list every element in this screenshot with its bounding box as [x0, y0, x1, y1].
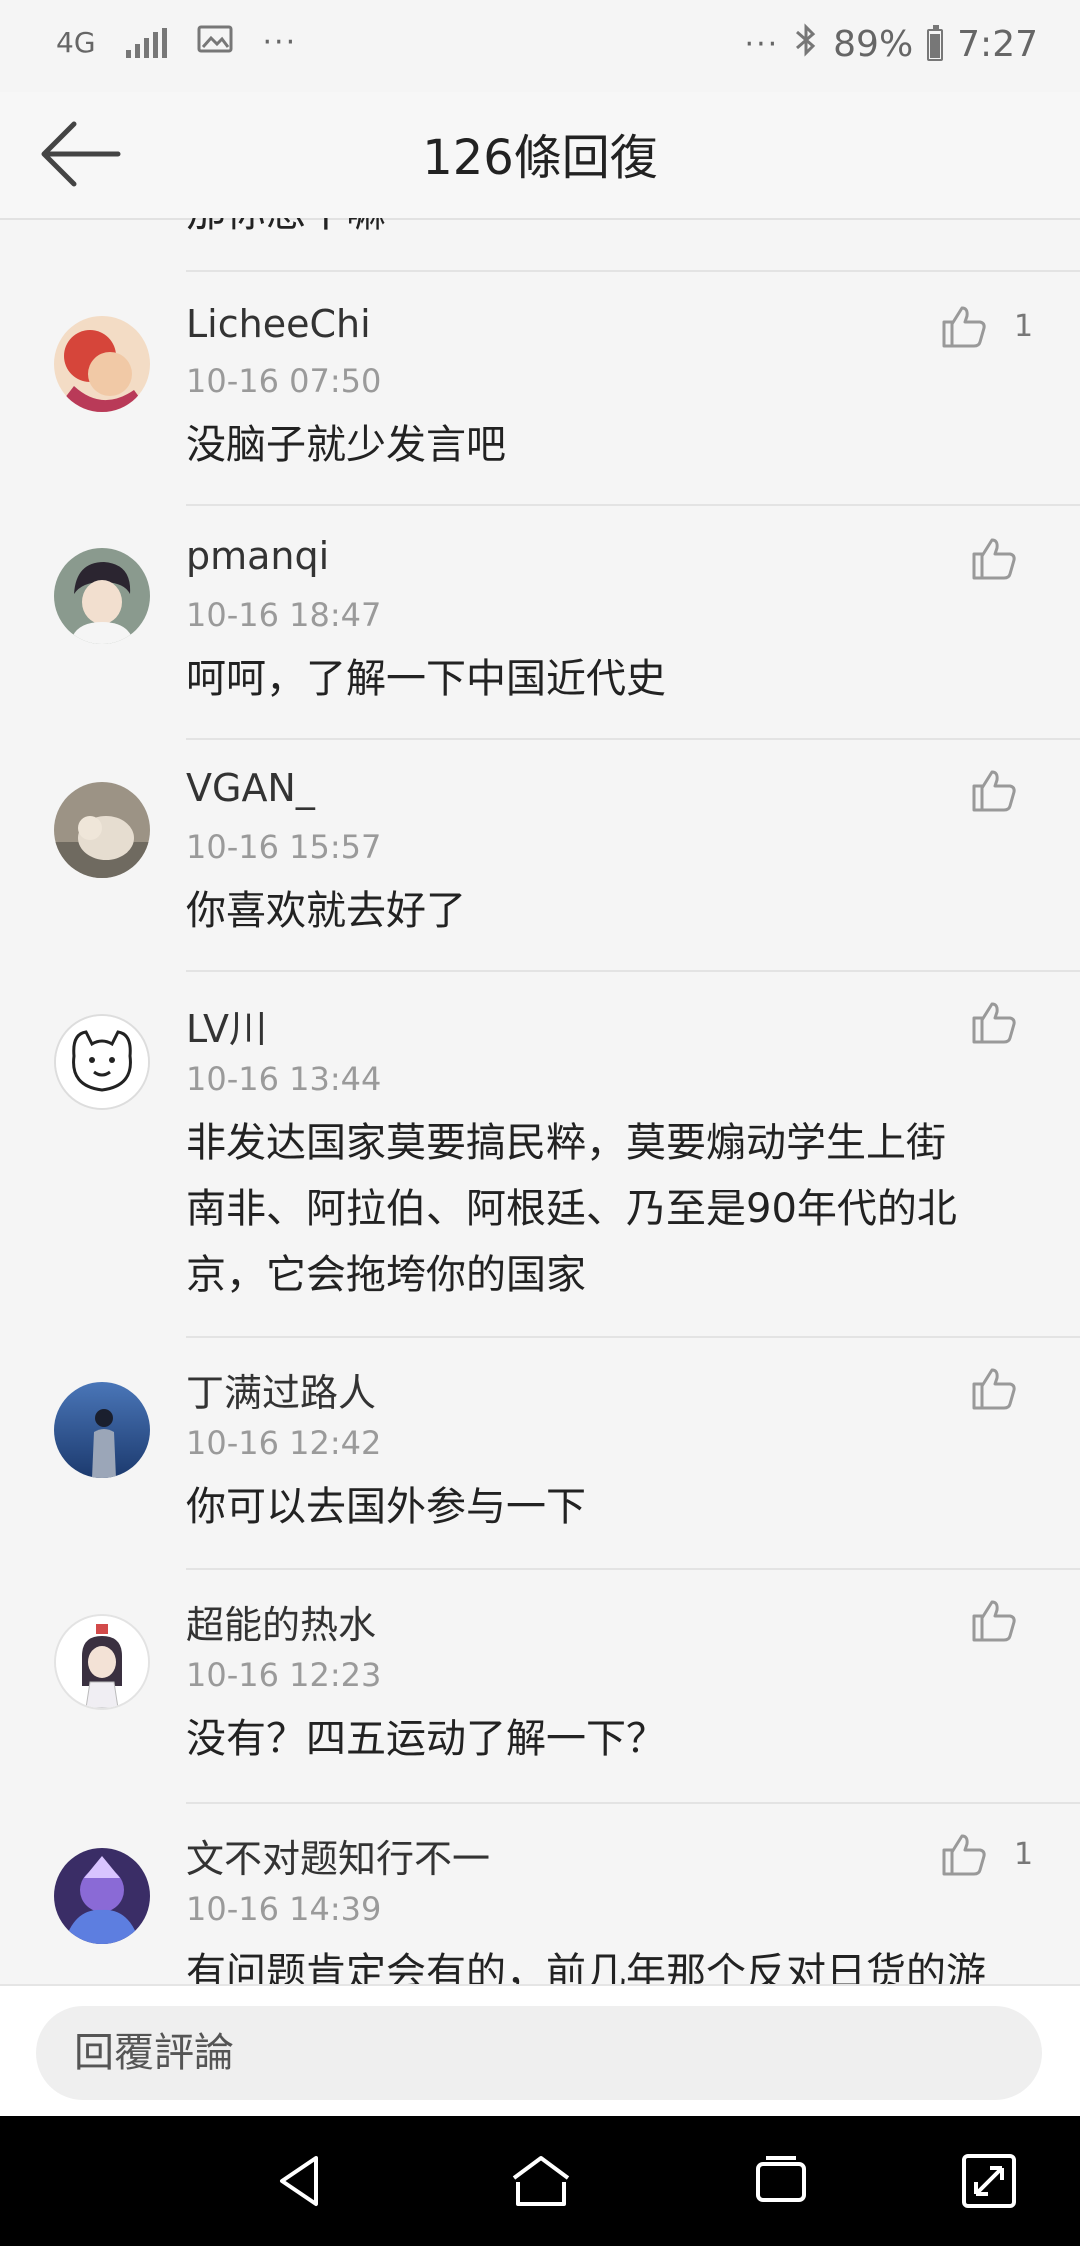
like-button[interactable]: 1: [940, 1830, 1033, 1878]
comment-content: 你可以去国外参与一下: [186, 1484, 586, 1530]
back-triangle-icon: [280, 2156, 318, 2206]
comment-list[interactable]: 那你想干嘛 LicheeChi 10-16 07:50 没脑子就少发言吧 1 p…: [0, 218, 1080, 1984]
timestamp: 10-16 18:47: [186, 596, 382, 634]
clock: 7:27: [957, 24, 1038, 65]
username[interactable]: 文不对题知行不一: [186, 1828, 490, 1883]
avatar[interactable]: [54, 316, 150, 412]
comment-item[interactable]: LV川 10-16 13:44 非发达国家莫要搞民粹，莫要煽动学生上街 南非、阿…: [0, 972, 1080, 1336]
comment-line: 非发达国家莫要搞民粹，莫要煽动学生上街: [186, 1120, 946, 1166]
avatar[interactable]: [54, 548, 150, 644]
network-4g-icon: 4G: [56, 25, 96, 59]
like-button[interactable]: 1: [940, 302, 1033, 350]
comment-item[interactable]: 超能的热水 10-16 12:23 没有？四五运动了解一下？: [0, 1570, 1080, 1802]
header: 126條回復: [0, 92, 1080, 220]
more-icon: ···: [262, 25, 298, 60]
reply-input[interactable]: 回覆評論: [36, 2006, 1042, 2100]
like-button[interactable]: [970, 1596, 1018, 1644]
comment-item[interactable]: LicheeChi 10-16 07:50 没脑子就少发言吧 1: [0, 272, 1080, 504]
comment-item[interactable]: 丁满过路人 10-16 12:42 你可以去国外参与一下: [0, 1338, 1080, 1568]
reply-bar: 回覆評論: [0, 1984, 1080, 2118]
username[interactable]: LV川: [186, 998, 267, 1053]
timestamp: 10-16 07:50: [186, 362, 382, 400]
bluetooth-icon: [793, 22, 819, 67]
like-count: 1: [1014, 308, 1034, 344]
like-count: 1: [1014, 1836, 1034, 1872]
thumbs-up-icon: [972, 770, 1016, 812]
like-button[interactable]: [970, 1364, 1018, 1412]
like-button[interactable]: [970, 766, 1018, 814]
avatar[interactable]: [54, 1848, 150, 1944]
previous-comment-content: 那你想干嘛: [186, 218, 386, 238]
signal-icon: [125, 27, 167, 58]
avatar[interactable]: [54, 1382, 150, 1478]
comment-content: 非发达国家莫要搞民粹，莫要煽动学生上街 南非、阿拉伯、阿根廷、乃至是90年代的北…: [186, 1110, 1016, 1308]
comment-line: 南非、阿拉伯、阿根廷、乃至是90年代的北: [186, 1186, 957, 1232]
timestamp: 10-16 15:57: [186, 828, 382, 866]
username[interactable]: LicheeChi: [186, 302, 371, 346]
system-nav-bar: [0, 2116, 1080, 2246]
comment-item[interactable]: VGAN_ 10-16 15:57 你喜欢就去好了: [0, 740, 1080, 970]
thumbs-up-icon: [942, 306, 986, 348]
comment-content: 你喜欢就去好了: [186, 888, 466, 934]
comment-item[interactable]: 文不对题知行不一 10-16 14:39 有问题肯定会有的，前几年那个反对日货的…: [0, 1804, 1080, 1984]
avatar[interactable]: [54, 1614, 150, 1710]
more-icon: ···: [744, 27, 780, 62]
username[interactable]: 超能的热水: [186, 1594, 376, 1649]
recents-icon: [756, 2156, 806, 2202]
battery-percent: 89%: [833, 24, 914, 65]
like-button[interactable]: [970, 998, 1018, 1046]
comment-content: 有问题肯定会有的，前几年那个反对日货的游: [186, 1950, 986, 1984]
like-button[interactable]: [970, 534, 1018, 582]
thumbs-up-icon: [972, 1002, 1016, 1044]
timestamp: 10-16 13:44: [186, 1060, 382, 1098]
timestamp: 10-16 12:42: [186, 1424, 382, 1462]
status-bar: 4G ··· ··· 89% 7:27: [0, 0, 1080, 92]
comment-item[interactable]: pmanqi 10-16 18:47 呵呵，了解一下中国近代史: [0, 506, 1080, 738]
thumbs-up-icon: [972, 1368, 1016, 1410]
page-title: 126條回復: [422, 130, 658, 186]
timestamp: 10-16 14:39: [186, 1890, 382, 1928]
nav-rotate-button[interactable]: [956, 2148, 1022, 2214]
thumbs-up-icon: [942, 1834, 986, 1876]
image-icon: [197, 22, 233, 63]
avatar[interactable]: [54, 1014, 150, 1110]
comment-content: 没有？四五运动了解一下？: [186, 1716, 666, 1762]
username[interactable]: pmanqi: [186, 534, 329, 578]
home-icon: [512, 2156, 570, 2206]
nav-back-button[interactable]: [268, 2148, 334, 2214]
timestamp: 10-16 12:23: [186, 1656, 382, 1694]
battery-icon: [927, 24, 944, 61]
nav-recents-button[interactable]: [748, 2148, 814, 2214]
nav-home-button[interactable]: [508, 2148, 574, 2214]
comment-content: 呵呵，了解一下中国近代史: [186, 656, 666, 702]
thumbs-up-icon: [972, 1600, 1016, 1642]
username[interactable]: 丁满过路人: [186, 1362, 376, 1417]
comment-line: 京，它会拖垮你的国家: [186, 1252, 586, 1298]
comment-content: 没脑子就少发言吧: [186, 422, 506, 468]
username[interactable]: VGAN_: [186, 766, 315, 810]
avatar[interactable]: [54, 782, 150, 878]
rotate-screen-icon: [962, 2154, 1016, 2208]
thumbs-up-icon: [972, 538, 1016, 580]
